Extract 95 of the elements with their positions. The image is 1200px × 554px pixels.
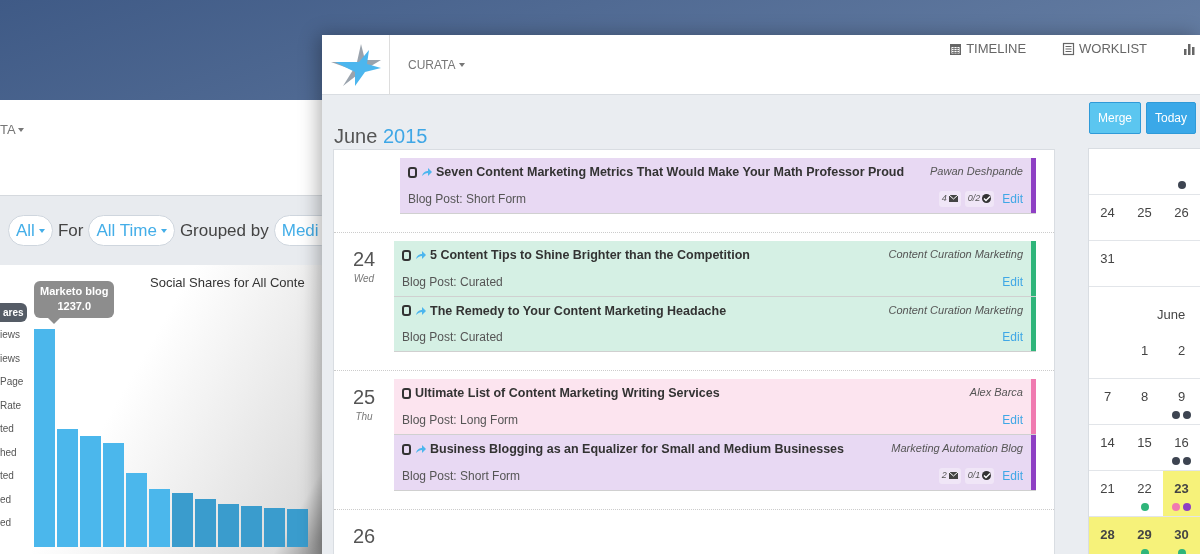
chart-bar: [287, 509, 308, 547]
envelope-icon: [948, 472, 958, 480]
axis-label: ed: [0, 516, 13, 530]
month-label: June: [1156, 306, 1187, 324]
day-number: 24: [351, 246, 377, 271]
event-type: Blog Post: Curated: [402, 273, 504, 291]
caret-icon: [160, 228, 167, 233]
highlighted-day[interactable]: 29: [1126, 517, 1163, 554]
day-number[interactable]: 14: [1089, 433, 1126, 453]
event-card[interactable]: Seven Content Marketing Metrics That Would Make Your Math Professor Proud Blog Post: Short Form Pawan Deshpande 4 0/2 Edit: [400, 158, 1036, 214]
weekday-label: Thu: [354, 410, 374, 425]
event-type: Blog Post: Short Form: [408, 190, 528, 208]
comment-count: 4: [938, 191, 961, 207]
calendar-icon: [949, 41, 963, 56]
day-number[interactable]: 8: [1126, 387, 1163, 407]
day-number[interactable]: 22: [1126, 479, 1163, 499]
filter-label: For: [57, 219, 84, 242]
legend-label: ares: [0, 303, 27, 322]
day-number[interactable]: 2: [1163, 341, 1200, 361]
check-icon: [982, 471, 992, 481]
day-number[interactable]: 1: [1126, 341, 1163, 361]
axis-label: ed: [0, 492, 13, 507]
checkbox-icon[interactable]: [408, 166, 417, 178]
brand-menu[interactable]: TA: [0, 120, 24, 140]
event-type: Blog Post: Short Form: [402, 467, 522, 485]
brand-menu[interactable]: CURATA: [408, 55, 465, 74]
filter-label: Grouped by: [179, 219, 269, 242]
checkbox-icon[interactable]: [402, 443, 411, 455]
nav-link[interactable]: TIMELINE: [949, 39, 1027, 59]
day-number[interactable]: 15: [1126, 433, 1163, 453]
event-owner: Content Curation Marketing: [888, 246, 1023, 262]
chart-bar: [195, 499, 216, 547]
event-type: Blog Post: Curated: [402, 329, 504, 347]
event-title: Seven Content Marketing Metrics That Would Make Your Math Professor Proud: [436, 164, 905, 181]
task-count: 0/2: [964, 191, 995, 207]
event-card[interactable]: The Remedy to Your Content Marketing Headache Blog Post: Curated Content Curation Marketing Edit: [394, 296, 1036, 353]
day-number: 23: [1173, 480, 1190, 498]
event-owner: Content Curation Marketing: [888, 302, 1023, 318]
axis-label: ted: [0, 469, 15, 483]
event-owner: Alex Barca: [969, 385, 1023, 401]
nav-link[interactable]: WORKLIST: [1062, 39, 1147, 59]
tooltip-value: 1237.0: [56, 299, 93, 315]
axis-label: hed: [0, 445, 18, 460]
highlighted-day[interactable]: 30: [1163, 517, 1200, 554]
day-number[interactable]: 16: [1163, 433, 1200, 453]
chart-bar: [149, 489, 170, 547]
day-number: 29: [1136, 526, 1153, 544]
axis-label: ted: [0, 422, 15, 436]
tooltip-title: Marketo blog: [40, 284, 109, 299]
month-title: June 2015: [334, 124, 428, 149]
caret-icon: [458, 62, 465, 67]
event-owner: Pawan Deshpande: [930, 164, 1023, 179]
check-icon: [982, 194, 992, 204]
highlighted-day[interactable]: 28: [1089, 517, 1126, 554]
caret-icon: [38, 228, 45, 233]
checkbox-icon[interactable]: [402, 388, 411, 400]
day-number[interactable]: 9: [1163, 387, 1200, 407]
day-number[interactable]: 24: [1089, 203, 1126, 223]
task-count: 0/1: [964, 468, 995, 484]
event-type: Blog Post: Long Form: [402, 412, 520, 429]
event-card[interactable]: 5 Content Tips to Shine Brighter than the Competition Blog Post: Curated Content Curation Marketing Edit: [394, 240, 1036, 297]
highlighted-day[interactable]: 23: [1163, 471, 1200, 516]
chart-bar: [241, 506, 262, 547]
day-number[interactable]: 26: [1163, 203, 1200, 223]
day-number[interactable]: 7: [1089, 387, 1126, 407]
axis-label: iews: [0, 351, 21, 366]
day-number: 26: [351, 523, 377, 548]
chart-bar: [218, 504, 239, 547]
day-number: 28: [1099, 526, 1116, 544]
checkbox-icon[interactable]: [402, 305, 411, 317]
event-title: Business Blogging as an Equalizer for Small and Medium Businesses: [430, 441, 844, 458]
day-number[interactable]: 21: [1089, 479, 1126, 499]
caret-icon: [17, 127, 24, 132]
axis-label: iews: [0, 328, 21, 342]
weekday-label: Wed: [352, 271, 376, 286]
event-title: The Remedy to Your Content Marketing Headache: [430, 302, 727, 320]
envelope-icon: [948, 195, 958, 203]
bar-chart-icon: [1183, 41, 1196, 56]
comment-count: 2: [938, 468, 961, 484]
axis-label: Page: [0, 375, 24, 389]
day-number: 30: [1173, 526, 1190, 544]
day-number[interactable]: 25: [1126, 203, 1163, 223]
list-icon: [1062, 41, 1076, 56]
event-title: Ultimate List of Content Marketing Writing Services: [415, 385, 720, 403]
day-number[interactable]: 31: [1089, 249, 1126, 269]
checkbox-icon[interactable]: [402, 249, 411, 261]
event-card[interactable]: Ultimate List of Content Marketing Writing Services Blog Post: Long Form Alex Barca Edit: [394, 379, 1036, 435]
axis-label: Rate: [0, 398, 23, 413]
event-owner: Marketing Automation Blog: [891, 441, 1023, 456]
day-number: 25: [351, 385, 377, 410]
chart-title: Social Shares for All Conte: [150, 274, 305, 292]
chart-bar: [264, 508, 285, 547]
chart-bar: [172, 493, 193, 547]
event-card[interactable]: Business Blogging as an Equalizer for Small and Medium Businesses Blog Post: Short Form Marketing Automation Blog 2 0/1 Edit: [394, 435, 1036, 491]
event-title: 5 Content Tips to Shine Brighter than the Competition: [430, 246, 750, 264]
